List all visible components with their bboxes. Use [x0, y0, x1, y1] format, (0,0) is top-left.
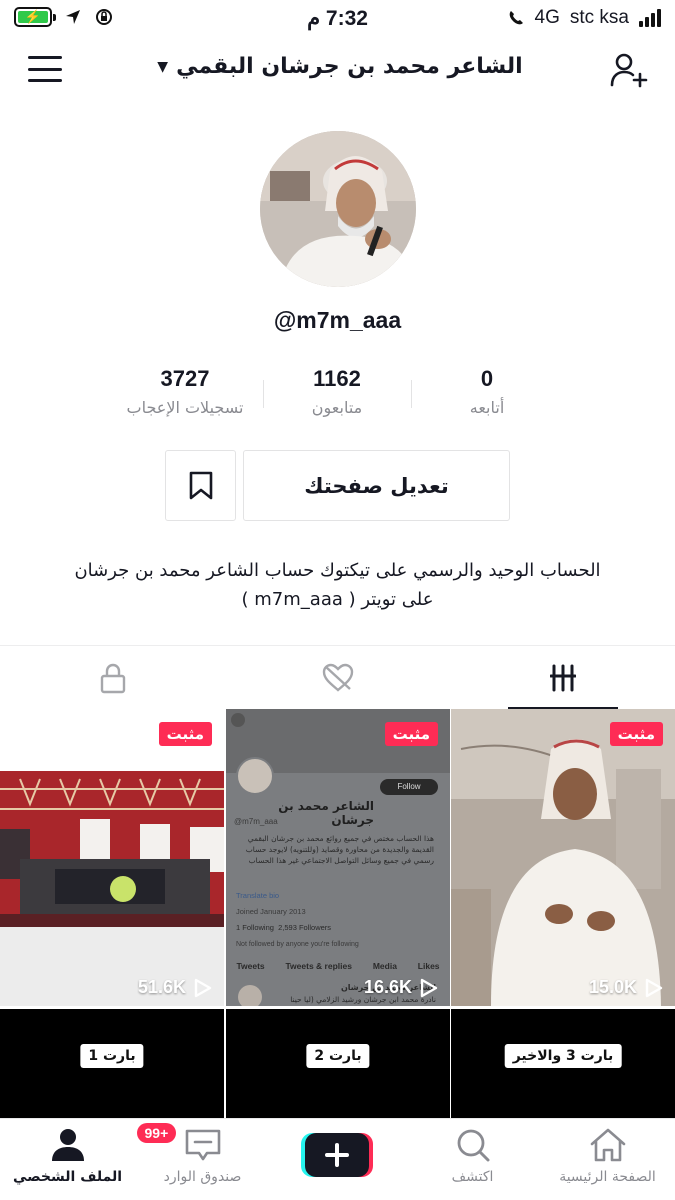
- stat-divider: [411, 380, 412, 408]
- nav-discover[interactable]: اكتشف: [405, 1127, 540, 1185]
- tab-liked[interactable]: [225, 646, 450, 710]
- twitter-handle: @m7m_aaa: [234, 817, 278, 826]
- stats-bar: 3727 تسجيلات الإعجاب 1162 متابعون 0 أتاب…: [115, 366, 545, 426]
- inbox-icon: [185, 1129, 220, 1161]
- twitter-not-followed: Not followed by anyone you're following: [236, 941, 359, 948]
- username: @m7m_aaa: [273, 307, 402, 333]
- view-count: 51.6K: [138, 977, 212, 998]
- status-right: 4G stc ksa: [507, 7, 661, 29]
- signal-icon: [639, 9, 661, 27]
- edit-profile-button[interactable]: تعديل صفحتك: [243, 450, 510, 521]
- nav-home-label: الصفحة الرئيسية: [559, 1169, 656, 1185]
- bookmark-icon: [189, 471, 212, 499]
- status-bar: ⚡ 7:32 م 4G stc ksa: [0, 0, 675, 38]
- likes-label: تسجيلات الإعجاب: [126, 398, 244, 417]
- nav-home[interactable]: الصفحة الرئيسية: [540, 1127, 675, 1185]
- part-label: بارت 1: [80, 1044, 144, 1068]
- video-thumbnail[interactable]: Follow الشاعر محمد بن جرشان @m7m_aaa هذا…: [226, 709, 450, 1006]
- stat-followers[interactable]: 1162 متابعون: [267, 366, 407, 417]
- view-count-value: 15.0K: [588, 977, 637, 997]
- call-forward-icon: [509, 11, 523, 25]
- video-thumbnail[interactable]: مثبت 15.0K: [451, 709, 675, 1006]
- pinned-badge: مثبت: [384, 722, 438, 746]
- part-label: بارت 2: [306, 1044, 370, 1068]
- play-icon: [645, 978, 663, 997]
- page-title: الشاعر محمد بن جرشان البقمي: [176, 54, 523, 79]
- followers-label: متابعون: [311, 398, 363, 417]
- view-count: 15.0K: [589, 977, 663, 998]
- twitter-joined: Joined January 2013: [236, 907, 306, 916]
- following-count: 0: [480, 366, 494, 391]
- stat-following[interactable]: 0 أتابعه: [417, 366, 557, 417]
- liked-heart-icon: [322, 663, 353, 692]
- follow-button: Follow: [380, 779, 438, 795]
- profile-header: ▼ الشاعر محمد بن جرشان البقمي: [0, 40, 675, 100]
- video-thumbnail[interactable]: بارت 1: [0, 1009, 224, 1119]
- avatar[interactable]: [260, 131, 416, 287]
- create-button[interactable]: [301, 1133, 373, 1177]
- view-count-value: 16.6K: [363, 977, 412, 997]
- plus-icon: [301, 1133, 373, 1177]
- video-thumbnail[interactable]: مثبت 51.6K: [0, 709, 224, 1006]
- carrier-name: stc ksa: [569, 7, 629, 28]
- following-label: أتابعه: [469, 398, 505, 417]
- nav-profile[interactable]: الملف الشخصي: [0, 1127, 135, 1185]
- tab-videos[interactable]: [450, 646, 675, 710]
- network-type: 4G: [534, 7, 560, 28]
- twitter-following: 1 Following 2,593 Followers: [236, 923, 332, 932]
- profile-icon: [51, 1129, 84, 1161]
- tab-private[interactable]: [0, 646, 225, 710]
- bio-line: على تويتر ( m7m_aaa ): [241, 589, 434, 610]
- part-label: بارت 3 والاخير: [504, 1044, 622, 1068]
- video-thumbnail[interactable]: بارت 2: [226, 1009, 450, 1119]
- pinned-badge: مثبت: [158, 722, 212, 746]
- home-icon: [590, 1128, 625, 1162]
- inbox-badge: 99+: [136, 1123, 177, 1143]
- play-icon: [420, 978, 438, 997]
- lock-icon: [100, 663, 125, 694]
- nav-profile-label: الملف الشخصي: [12, 1169, 123, 1185]
- translate-link: Translate bio: [236, 891, 280, 900]
- nav-inbox-label: صندوق الوارد: [163, 1169, 242, 1185]
- nav-inbox[interactable]: 99+ صندوق الوارد: [135, 1123, 270, 1185]
- stat-divider: [263, 380, 264, 408]
- add-user-icon[interactable]: [609, 52, 649, 88]
- account-switcher[interactable]: ▼ الشاعر محمد بن جرشان البقمي: [150, 54, 530, 79]
- favorites-button[interactable]: [165, 450, 236, 521]
- bottom-nav: الصفحة الرئيسية اكتشف 99+ صندوق الوارد ا…: [0, 1118, 675, 1200]
- chevron-down-icon: ▼: [157, 58, 169, 75]
- nav-discover-label: اكتشف: [451, 1169, 494, 1185]
- search-icon: [457, 1129, 489, 1162]
- stat-likes[interactable]: 3727 تسجيلات الإعجاب: [115, 366, 255, 417]
- profile-bio: الحساب الوحيد والرسمي على تيكتوك حساب ال…: [40, 556, 635, 614]
- hamburger-menu-icon[interactable]: [28, 56, 62, 82]
- video-thumbnail[interactable]: بارت 3 والاخير: [451, 1009, 675, 1119]
- bio-line: الحساب الوحيد والرسمي على تيكتوك حساب ال…: [74, 560, 601, 581]
- play-icon: [194, 978, 212, 997]
- likes-count: 3727: [160, 366, 210, 391]
- content-tabs: [0, 645, 675, 710]
- view-count: 16.6K: [364, 977, 438, 998]
- grid-icon: [549, 664, 576, 692]
- followers-count: 1162: [313, 366, 361, 391]
- pinned-badge: مثبت: [609, 722, 663, 746]
- twitter-tabs: Tweets Tweets & replies Media Likes: [236, 961, 440, 971]
- twitter-bio: هذا الحساب مختص في جميع روائع محمد بن جر…: [245, 834, 434, 865]
- view-count-value: 51.6K: [137, 977, 186, 997]
